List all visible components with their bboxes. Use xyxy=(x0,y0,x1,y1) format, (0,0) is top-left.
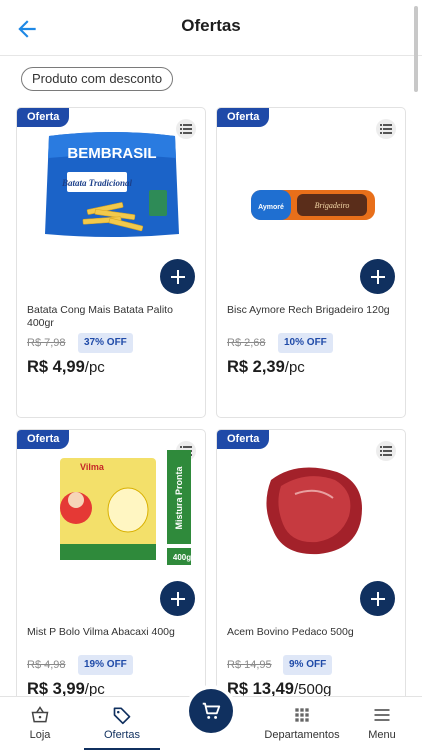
add-to-cart-button[interactable] xyxy=(160,581,195,616)
old-price: R$ 2,68 xyxy=(227,337,266,349)
product-card[interactable]: Oferta Acem Bovino Pedaco 500g R$ 14,95 … xyxy=(216,429,406,740)
basket-icon xyxy=(31,706,49,723)
product-card[interactable]: Oferta Aymoré Brigadeiro Bisc Aymore Rec… xyxy=(216,107,406,418)
tag-icon xyxy=(113,707,131,725)
old-price: R$ 4,98 xyxy=(27,659,66,671)
old-price: R$ 14,95 xyxy=(227,659,272,671)
product-image: Aymoré Brigadeiro xyxy=(251,190,375,220)
package-subtitle: Batata Tradicional xyxy=(61,178,132,188)
nav-label: Departamentos xyxy=(264,729,340,741)
grid-icon xyxy=(295,708,309,722)
filter-chip-discount[interactable]: Produto com desconto xyxy=(21,67,174,91)
package-brand: BEMBRASIL xyxy=(67,145,156,162)
cart-button[interactable] xyxy=(189,689,233,733)
nav-item-loja[interactable]: Loja xyxy=(0,697,80,750)
package-brand: Aymoré xyxy=(258,204,284,211)
page-title: Ofertas xyxy=(181,16,241,35)
hamburger-menu-icon xyxy=(374,709,390,721)
offer-badge: Oferta xyxy=(17,430,69,449)
weight-label: 400g xyxy=(173,553,191,562)
add-to-cart-button[interactable] xyxy=(160,259,195,294)
offer-badge: Oferta xyxy=(17,108,69,127)
offer-badge: Oferta xyxy=(217,430,269,449)
product-name: Mist P Bolo Vilma Abacaxi 400g xyxy=(27,626,175,638)
nav-item-menu[interactable]: Menu xyxy=(352,697,412,750)
side-banner-text: Mistura Pronta xyxy=(174,466,184,530)
old-price: R$ 7,98 xyxy=(27,337,66,349)
product-card[interactable]: Oferta BEMBRASIL Batata Tradicional Bata… xyxy=(16,107,206,418)
current-price: R$ 4,99/pc xyxy=(27,358,105,376)
product-image: BEMBRASIL Batata Tradicional xyxy=(45,132,179,237)
nav-label: Ofertas xyxy=(103,729,141,741)
product-image: Vilma Mistura Pronta 400g xyxy=(60,450,191,565)
nav-label: Menu xyxy=(368,729,396,741)
nav-label: Loja xyxy=(29,729,51,741)
offer-badge: Oferta xyxy=(217,108,269,127)
product-name: Batata Cong Mais Batata Palito 400gr xyxy=(27,304,173,329)
product-card[interactable]: Oferta Vilma Mistura Pronta 400g Mist P … xyxy=(16,429,206,740)
discount-tag: 37% OFF xyxy=(78,333,133,353)
product-name: Bisc Aymore Rech Brigadeiro 120g xyxy=(227,304,390,316)
discount-tag: 9% OFF xyxy=(283,655,333,675)
top-app-bar: Ofertas xyxy=(0,0,422,56)
scrollbar[interactable] xyxy=(414,6,418,92)
current-price: R$ 2,39/pc xyxy=(227,358,305,376)
product-name: Acem Bovino Pedaco 500g xyxy=(227,626,354,638)
discount-tag: 19% OFF xyxy=(78,655,133,675)
discount-tag: 10% OFF xyxy=(278,333,333,353)
product-image xyxy=(266,467,362,555)
add-to-cart-button[interactable] xyxy=(360,581,395,616)
package-subtitle: Brigadeiro xyxy=(315,201,350,210)
add-to-cart-button[interactable] xyxy=(360,259,395,294)
nav-item-ofertas[interactable]: Ofertas xyxy=(84,697,160,750)
shopping-cart-icon xyxy=(202,702,221,719)
package-brand: Vilma xyxy=(80,462,105,472)
nav-item-departamentos[interactable]: Departamentos xyxy=(262,697,342,750)
